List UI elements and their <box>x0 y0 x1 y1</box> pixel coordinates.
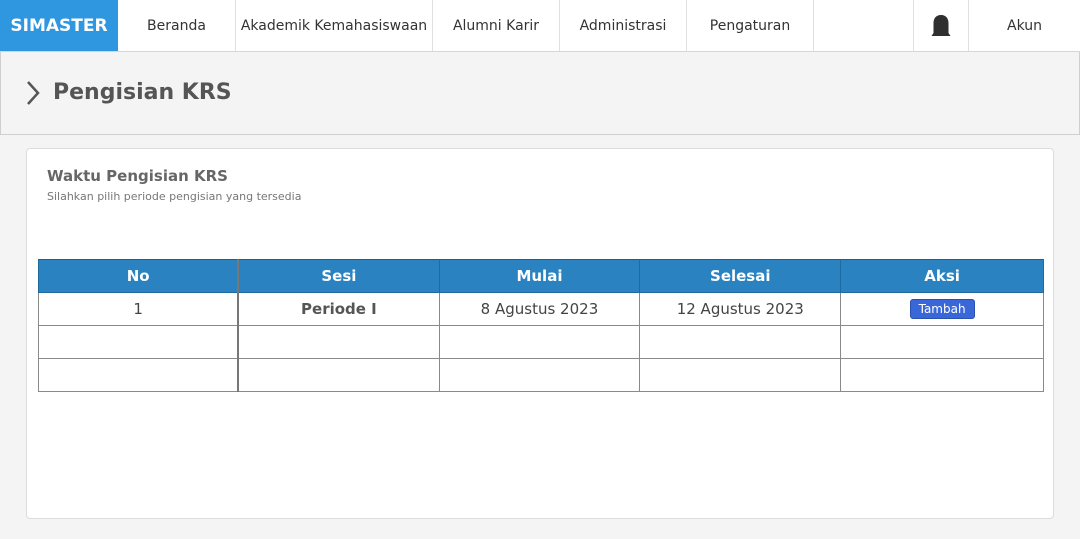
cell-aksi <box>840 358 1044 392</box>
header-aksi: Aksi <box>840 259 1044 293</box>
cell-selesai <box>639 358 842 392</box>
cell-aksi <box>840 325 1044 359</box>
cell-no <box>38 358 239 392</box>
page-title: Pengisian KRS <box>53 80 232 105</box>
bell-icon <box>931 14 951 36</box>
cell-sesi <box>237 358 440 392</box>
nav-item-beranda[interactable]: Beranda <box>118 0 236 51</box>
header-selesai: Selesai <box>639 259 842 293</box>
table-row <box>38 358 1044 392</box>
cell-aksi: Tambah <box>840 292 1044 326</box>
cell-selesai: 12 Agustus 2023 <box>639 292 842 326</box>
table-row: 1 Periode I 8 Agustus 2023 12 Agustus 20… <box>38 292 1044 326</box>
card-title: Waktu Pengisian KRS <box>47 167 228 185</box>
page-header: Pengisian KRS <box>0 52 1080 135</box>
tambah-button[interactable]: Tambah <box>909 299 975 319</box>
cell-sesi: Periode I <box>237 292 440 326</box>
cell-selesai <box>639 325 842 359</box>
table-row <box>38 325 1044 359</box>
chevron-right-icon <box>27 81 40 105</box>
brand-logo[interactable]: SIMASTER <box>0 0 118 51</box>
top-navbar: SIMASTER Beranda Akademik Kemahasiswaan … <box>0 0 1080 52</box>
card-subtitle: Silahkan pilih periode pengisian yang te… <box>47 190 302 203</box>
account-menu[interactable]: Akun <box>969 0 1080 51</box>
cell-no: 1 <box>38 292 239 326</box>
header-mulai: Mulai <box>438 259 641 293</box>
table-header-row: No Sesi Mulai Selesai Aksi <box>38 259 1044 293</box>
nav-item-alumni-karir[interactable]: Alumni Karir <box>433 0 560 51</box>
cell-mulai: 8 Agustus 2023 <box>438 292 641 326</box>
cell-mulai <box>438 358 641 392</box>
header-no: No <box>38 259 239 293</box>
nav-item-administrasi[interactable]: Administrasi <box>560 0 687 51</box>
nav-item-pengaturan[interactable]: Pengaturan <box>687 0 814 51</box>
header-sesi: Sesi <box>237 259 440 293</box>
cell-mulai <box>438 325 641 359</box>
cell-sesi <box>237 325 440 359</box>
nav-item-akademik-kemahasiswaan[interactable]: Akademik Kemahasiswaan <box>236 0 433 51</box>
cell-no <box>38 325 239 359</box>
krs-period-table: No Sesi Mulai Selesai Aksi 1 Periode I 8… <box>38 259 1044 392</box>
krs-period-card: Waktu Pengisian KRS Silahkan pilih perio… <box>26 148 1054 519</box>
notification-button[interactable] <box>913 0 969 51</box>
